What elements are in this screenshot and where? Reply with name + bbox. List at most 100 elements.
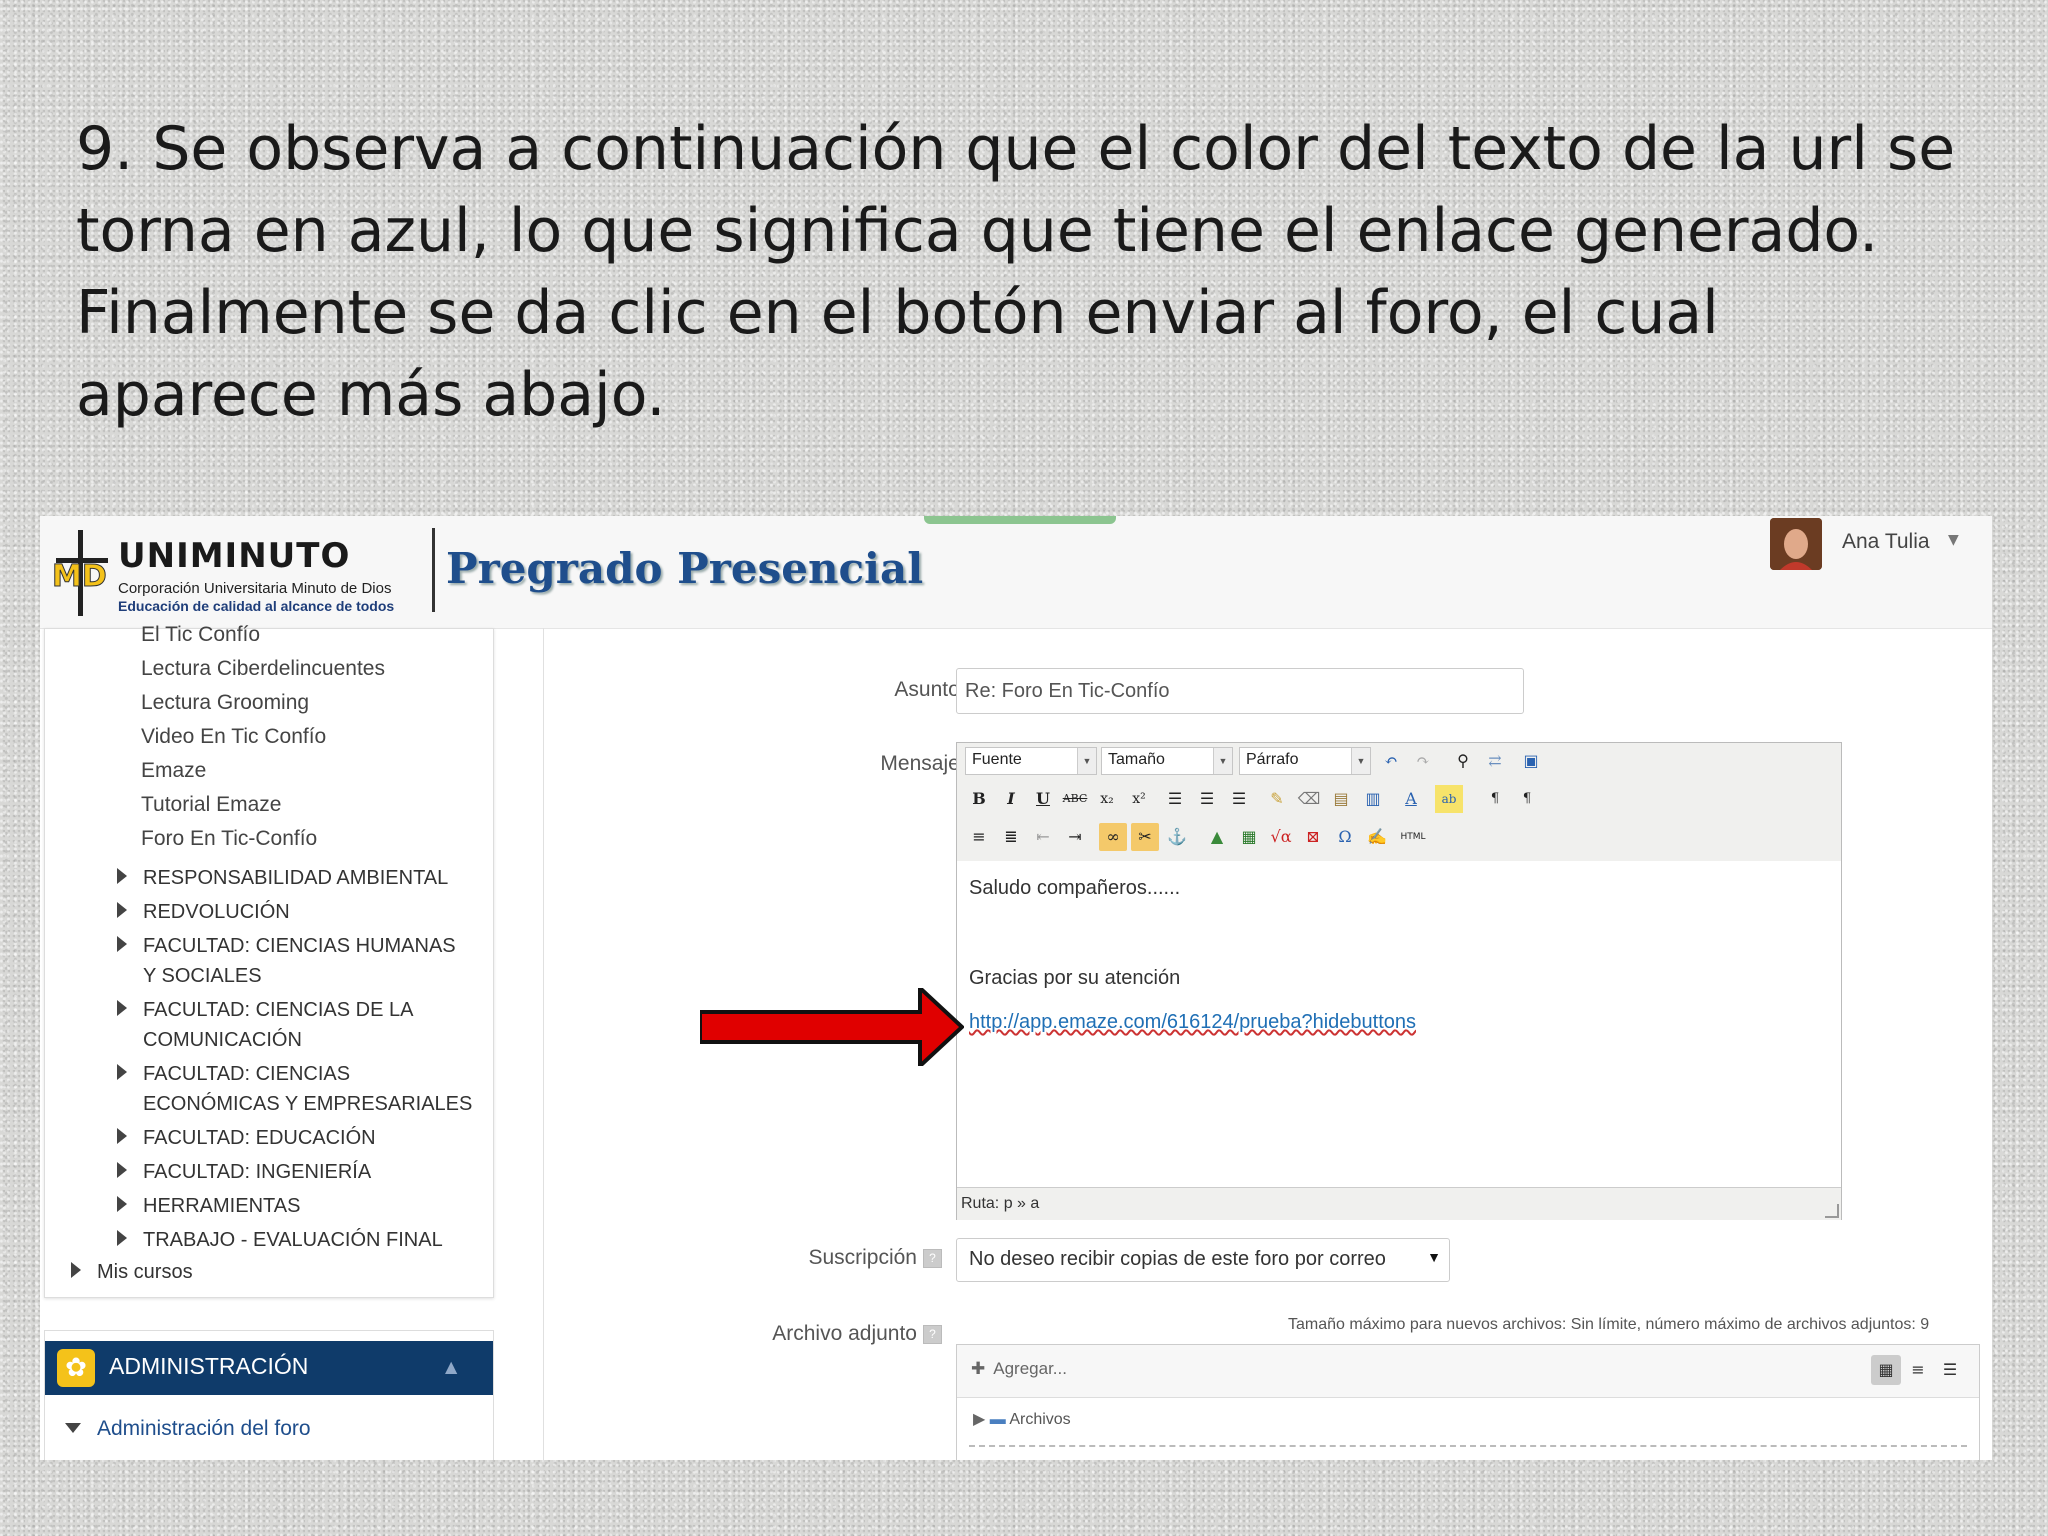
- subscript-icon[interactable]: x₂: [1093, 785, 1121, 813]
- highlight-icon[interactable]: ab: [1435, 785, 1463, 813]
- gear-icon: ✿: [57, 1349, 95, 1387]
- align-right-icon[interactable]: ☰: [1225, 785, 1253, 813]
- course-category-link[interactable]: RESPONSABILIDAD AMBIENTAL: [117, 863, 473, 893]
- help-icon[interactable]: ?: [923, 1324, 942, 1344]
- rtl-icon[interactable]: ¶: [1513, 785, 1541, 813]
- message-greeting: Saludo compañeros......: [969, 877, 1181, 899]
- expand-arrow-icon[interactable]: [65, 1423, 81, 1433]
- activity-link[interactable]: Emaze: [141, 759, 206, 783]
- course-category-link[interactable]: FACULTAD: EDUCACIÓN: [117, 1123, 473, 1153]
- clean-format-icon[interactable]: ✎: [1263, 785, 1291, 813]
- course-category-link[interactable]: HERRAMIENTAS: [117, 1191, 473, 1221]
- align-center-icon[interactable]: ☰: [1193, 785, 1221, 813]
- course-category-link[interactable]: REDVOLUCIÓN: [117, 897, 473, 927]
- activity-link[interactable]: El Tic Confío: [141, 623, 260, 647]
- anchor-icon[interactable]: ⚓: [1163, 823, 1191, 851]
- undo-icon[interactable]: ↶: [1377, 747, 1405, 775]
- view-switcher: ▦ ≡ ☰: [1871, 1355, 1967, 1385]
- editor-content[interactable]: Saludo compañeros...... Gracias por su a…: [957, 861, 1841, 1187]
- image-icon[interactable]: ▲: [1203, 823, 1231, 851]
- bold-icon[interactable]: B: [965, 785, 993, 813]
- logo-tagline: Educación de calidad al alcance de todos: [118, 598, 395, 614]
- link-icon[interactable]: ∞: [1099, 823, 1127, 851]
- ltr-icon[interactable]: ¶: [1481, 785, 1509, 813]
- strikethrough-icon[interactable]: ABC: [1061, 785, 1089, 813]
- text-color-icon[interactable]: A: [1397, 785, 1425, 813]
- indent-icon[interactable]: ⇥: [1061, 823, 1089, 851]
- category-label: FACULTAD: CIENCIAS DE LA COMUNICACIÓN: [143, 999, 413, 1051]
- red-arrow-annotation: [700, 988, 964, 1066]
- underline-icon[interactable]: U: [1029, 785, 1057, 813]
- format-select[interactable]: Párrafo ▼: [1239, 747, 1371, 775]
- italic-icon[interactable]: I: [997, 785, 1025, 813]
- expand-arrow-icon[interactable]: [117, 1064, 127, 1080]
- align-left-icon[interactable]: ☰: [1161, 785, 1189, 813]
- expand-arrow-icon[interactable]: [117, 1128, 127, 1144]
- bullet-list-icon[interactable]: ≡: [965, 823, 993, 851]
- font-select[interactable]: Fuente ▼: [965, 747, 1097, 775]
- expand-arrow-icon[interactable]: [117, 1196, 127, 1212]
- subscription-select[interactable]: No deseo recibir copias de este foro por…: [956, 1238, 1450, 1282]
- subject-input[interactable]: Re: Foro En Tic-Confío: [956, 668, 1524, 714]
- user-avatar[interactable]: [1770, 518, 1822, 570]
- expand-arrow-icon[interactable]: [117, 936, 127, 952]
- find-icon[interactable]: ⚲: [1449, 747, 1477, 775]
- expand-arrow-icon[interactable]: [117, 1000, 127, 1016]
- chevron-down-icon[interactable]: ▼: [1948, 532, 1959, 548]
- eraser-icon[interactable]: ⌫: [1295, 785, 1323, 813]
- asunto-label: Asunto*: [894, 678, 968, 701]
- help-icon[interactable]: ?: [923, 1248, 942, 1268]
- activity-link[interactable]: Tutorial Emaze: [141, 793, 281, 817]
- course-category-link[interactable]: FACULTAD: CIENCIAS ECONÓMICAS Y EMPRESAR…: [117, 1059, 473, 1119]
- superscript-icon[interactable]: x²: [1125, 785, 1153, 813]
- activity-link[interactable]: Lectura Ciberdelincuentes: [141, 657, 385, 681]
- icon-view-icon[interactable]: ▦: [1871, 1355, 1901, 1385]
- resize-handle-icon[interactable]: [1825, 1204, 1839, 1218]
- logo-cross-icon: MD: [52, 530, 108, 616]
- html-source-icon[interactable]: HTML: [1399, 823, 1427, 851]
- folder-icon: ▬: [989, 1411, 1010, 1428]
- collapse-icon[interactable]: ▲: [445, 1357, 457, 1376]
- equation-icon[interactable]: √α: [1267, 823, 1295, 851]
- site-title[interactable]: Pregrado Presencial: [446, 544, 923, 593]
- course-category-link[interactable]: FACULTAD: CIENCIAS HUMANAS Y SOCIALES: [117, 931, 473, 991]
- paste-word-icon[interactable]: ▥: [1359, 785, 1387, 813]
- nolink-icon[interactable]: ⊠: [1299, 823, 1327, 851]
- course-category-link[interactable]: FACULTAD: CIENCIAS DE LA COMUNICACIÓN: [117, 995, 473, 1055]
- activity-link[interactable]: Lectura Grooming: [141, 691, 309, 715]
- add-file-button[interactable]: ✚ Agregar...: [971, 1359, 1067, 1379]
- course-category-link[interactable]: TRABAJO - EVALUACIÓN FINAL: [117, 1225, 473, 1255]
- fullscreen-icon[interactable]: ▣: [1517, 747, 1545, 775]
- svg-text:MD: MD: [52, 559, 107, 594]
- administration-header[interactable]: ✿ ADMINISTRACIÓN ▲: [45, 1341, 493, 1395]
- paste-text-icon[interactable]: ▤: [1327, 785, 1355, 813]
- files-folder[interactable]: ▶ ▬ Archivos: [973, 1409, 1071, 1429]
- spellcheck-icon[interactable]: ✍: [1363, 823, 1391, 851]
- tree-view-icon[interactable]: ☰: [1935, 1355, 1965, 1385]
- uniminuto-logo[interactable]: MD UNIMINUTO Corporación Universitaria M…: [50, 528, 450, 620]
- editor-statusbar: Ruta: p » a: [957, 1187, 1841, 1220]
- dropzone[interactable]: [969, 1445, 1967, 1447]
- expand-arrow-icon[interactable]: [71, 1262, 81, 1278]
- my-courses-link[interactable]: Mis cursos: [71, 1257, 427, 1287]
- redo-icon[interactable]: ↷: [1409, 747, 1437, 775]
- message-url-link[interactable]: http://app.emaze.com/616124/prueba?hideb…: [969, 1011, 1416, 1034]
- expand-arrow-icon[interactable]: [117, 1162, 127, 1178]
- expand-arrow-icon[interactable]: [117, 902, 127, 918]
- forum-administration-link[interactable]: Administración del foro: [97, 1417, 311, 1441]
- message-editor[interactable]: Fuente ▼ Tamaño ▼ Párrafo ▼ ↶ ↷ ⚲ ⇄ ▣ B I U…: [956, 742, 1842, 1220]
- expand-arrow-icon[interactable]: [117, 868, 127, 884]
- unlink-icon[interactable]: ✂: [1131, 823, 1159, 851]
- media-icon[interactable]: ▦: [1235, 823, 1263, 851]
- expand-arrow-icon[interactable]: [117, 1230, 127, 1246]
- replace-icon[interactable]: ⇄: [1481, 747, 1509, 775]
- numbered-list-icon[interactable]: ≣: [997, 823, 1025, 851]
- activity-link[interactable]: Foro En Tic-Confío: [141, 827, 317, 851]
- course-category-link[interactable]: FACULTAD: INGENIERÍA: [117, 1157, 473, 1187]
- list-view-icon[interactable]: ≡: [1903, 1355, 1933, 1385]
- activity-link[interactable]: Video En Tic Confío: [141, 725, 326, 749]
- size-select[interactable]: Tamaño ▼: [1101, 747, 1233, 775]
- special-char-icon[interactable]: Ω: [1331, 823, 1359, 851]
- outdent-icon[interactable]: ⇤: [1029, 823, 1057, 851]
- user-menu-name[interactable]: Ana Tulia: [1842, 530, 1930, 554]
